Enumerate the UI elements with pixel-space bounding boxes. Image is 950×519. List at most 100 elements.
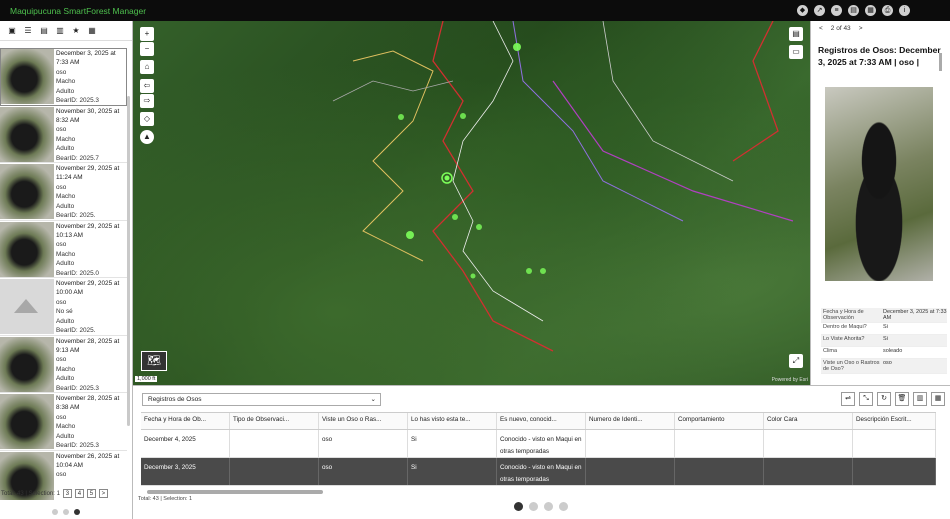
- zoom-in-button[interactable]: +: [140, 27, 154, 41]
- grid-horizontal-scrollbar[interactable]: [147, 490, 323, 494]
- pager-dot[interactable]: [52, 509, 58, 515]
- column-header[interactable]: Numero de Identi...: [586, 413, 675, 429]
- record-meta: November 30, 2025 at 8:32 AM oso Macho Adul…: [56, 106, 127, 163]
- next-extent-icon[interactable]: ⇨: [140, 94, 154, 108]
- record-species: oso: [56, 241, 67, 249]
- attribute-value: Si: [883, 324, 888, 330]
- detail-scrollbar[interactable]: [939, 53, 942, 71]
- previous-extent-icon[interactable]: ⇦: [140, 79, 154, 93]
- layers-icon[interactable]: ▤: [848, 5, 859, 16]
- zoom-to-selection-icon[interactable]: ⤡: [859, 392, 873, 406]
- table-cell: Si: [408, 458, 497, 485]
- column-header[interactable]: Es nuevo, conocid...: [497, 413, 586, 429]
- record-age: Adulto: [56, 260, 75, 268]
- record-list: December 3, 2025 at 7:33 AM oso Macho Adult…: [0, 48, 127, 500]
- list-item[interactable]: November 29, 2025 at 10:00 AM oso No sé Adu…: [0, 278, 127, 336]
- bear-photo[interactable]: [825, 87, 933, 281]
- map-overlay: [332, 21, 794, 352]
- table-footer: Total: 43 | Selection: 1: [138, 496, 193, 502]
- attribute-row: Fecha y Hora de Observación December 3, 2…: [821, 308, 947, 323]
- legend-icon[interactable]: ≡: [831, 5, 842, 16]
- zoom-out-button[interactable]: −: [140, 42, 154, 56]
- basemap-icon[interactable]: ▦: [865, 5, 876, 16]
- attribute-key: Dentro de Maqui?: [823, 324, 867, 330]
- table-cell: oso: [319, 430, 408, 457]
- refresh-icon[interactable]: ↻: [877, 392, 891, 406]
- record-bear-id: BearID: 2025.3: [56, 442, 99, 450]
- grid-icon[interactable]: ▦: [86, 26, 98, 35]
- star-icon[interactable]: ★: [70, 26, 82, 35]
- home-icon[interactable]: ⌂: [140, 60, 154, 74]
- next-page-button[interactable]: >: [98, 489, 108, 498]
- list-view-icon[interactable]: ☰: [22, 26, 34, 35]
- table-row[interactable]: December 4, 2025 oso Si Conocido - visto en…: [141, 430, 936, 458]
- record-species: oso: [56, 298, 67, 306]
- record-meta: November 29, 2025 at 10:13 AM oso Macho Adu…: [56, 221, 127, 278]
- record-date: November 29, 2025 at 11:24 AM: [56, 165, 120, 182]
- map-view[interactable]: + − ⌂ ⇦ ⇨ ◇ ▲ ▤ ▭ ⤢ 🗺 1,000 ft Powered b…: [133, 21, 810, 385]
- record-meta: November 28, 2025 at 8:38 AM oso Macho Adul…: [56, 393, 127, 450]
- record-meta: November 28, 2025 at 9:13 AM oso Macho Adul…: [56, 336, 127, 393]
- column-header[interactable]: Comportamiento: [675, 413, 764, 429]
- column-header[interactable]: Color Cara: [764, 413, 853, 429]
- table-icon[interactable]: ▤: [38, 26, 50, 35]
- table-cell: [764, 458, 853, 485]
- info-icon[interactable]: i: [899, 5, 910, 16]
- record-age: Adulto: [56, 317, 75, 325]
- page-3-button[interactable]: 3: [62, 489, 72, 498]
- record-sex: Macho: [56, 250, 76, 258]
- fullscreen-icon[interactable]: ⤢: [789, 354, 803, 368]
- calendar-icon[interactable]: ▣: [6, 26, 18, 35]
- filter-icon[interactable]: ⇌: [841, 392, 855, 406]
- pager-dot[interactable]: [544, 502, 553, 511]
- measure-icon[interactable]: ▭: [789, 45, 803, 59]
- list-item[interactable]: November 28, 2025 at 8:38 AM oso Macho Adul…: [0, 393, 127, 451]
- pager-dot[interactable]: [529, 502, 538, 511]
- list-item[interactable]: November 29, 2025 at 11:24 AM oso Macho Adu…: [0, 163, 127, 221]
- delete-icon[interactable]: 🗑: [895, 392, 909, 406]
- column-header[interactable]: Descripción Escrit...: [853, 413, 936, 429]
- pager-dot-active[interactable]: [74, 509, 80, 515]
- column-header[interactable]: Fecha y Hora de Ob...: [141, 413, 230, 429]
- list-item[interactable]: December 3, 2025 at 7:33 AM oso Macho Adult…: [0, 48, 127, 106]
- compass-icon[interactable]: ▲: [140, 130, 154, 144]
- options-icon[interactable]: ▦: [931, 392, 945, 406]
- share-icon[interactable]: ↗: [814, 5, 825, 16]
- column-header[interactable]: Tipo de Observaci...: [230, 413, 319, 429]
- column-header[interactable]: Lo has visto esta te...: [408, 413, 497, 429]
- pager-dot[interactable]: [559, 502, 568, 511]
- photo-icon[interactable]: ▥: [54, 26, 66, 35]
- record-species: oso: [56, 68, 67, 76]
- record-species: oso: [56, 126, 67, 134]
- list-item[interactable]: November 29, 2025 at 10:13 AM oso Macho Adu…: [0, 220, 127, 278]
- record-date: December 3, 2025 at 7:33 AM: [56, 50, 116, 67]
- pager-dot-active[interactable]: [514, 502, 523, 511]
- table-cell: [230, 458, 319, 485]
- bookmark-icon[interactable]: ◆: [797, 5, 808, 16]
- map-layers-icon[interactable]: ▤: [789, 27, 803, 41]
- list-item[interactable]: November 28, 2025 at 9:13 AM oso Macho Adul…: [0, 335, 127, 393]
- table-row[interactable]: December 3, 2025 oso Si Conocido - visto en…: [141, 458, 936, 486]
- table-cell: [853, 430, 936, 457]
- page-4-button[interactable]: 4: [74, 489, 84, 498]
- list-item[interactable]: November 30, 2025 at 8:32 AM oso Macho Adul…: [0, 105, 127, 163]
- pager-dot[interactable]: [63, 509, 69, 515]
- table-cell: Conocido - visto en Maqui en otras tempo…: [497, 458, 586, 485]
- record-date: November 28, 2025 at 8:38 AM: [56, 395, 120, 412]
- record-species: oso: [56, 183, 67, 191]
- next-feature-button[interactable]: >: [859, 25, 863, 32]
- list-scrollbar[interactable]: [127, 96, 130, 426]
- basemap-gallery-icon[interactable]: 🗺: [141, 351, 167, 371]
- record-age: Adulto: [56, 87, 75, 95]
- page-5-button[interactable]: 5: [86, 489, 96, 498]
- layer-select[interactable]: Registros de Osos ⌄: [142, 393, 381, 406]
- prev-feature-button[interactable]: <: [819, 25, 823, 32]
- attribute-value: oso: [883, 360, 892, 366]
- column-header[interactable]: Viste un Oso o Ras...: [319, 413, 408, 429]
- columns-icon[interactable]: ▥: [913, 392, 927, 406]
- table-cell: December 4, 2025: [141, 430, 230, 457]
- print-icon[interactable]: ⎙: [882, 5, 893, 16]
- table-cell: [764, 430, 853, 457]
- locate-icon[interactable]: ◇: [140, 112, 154, 126]
- record-thumbnail: [0, 49, 54, 104]
